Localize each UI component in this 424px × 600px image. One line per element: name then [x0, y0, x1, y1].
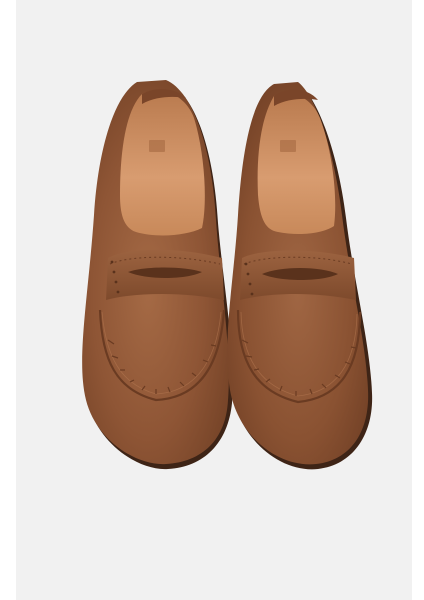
right-loafer: [227, 82, 373, 470]
product-photo: [16, 0, 412, 600]
left-loafer: [82, 80, 233, 470]
